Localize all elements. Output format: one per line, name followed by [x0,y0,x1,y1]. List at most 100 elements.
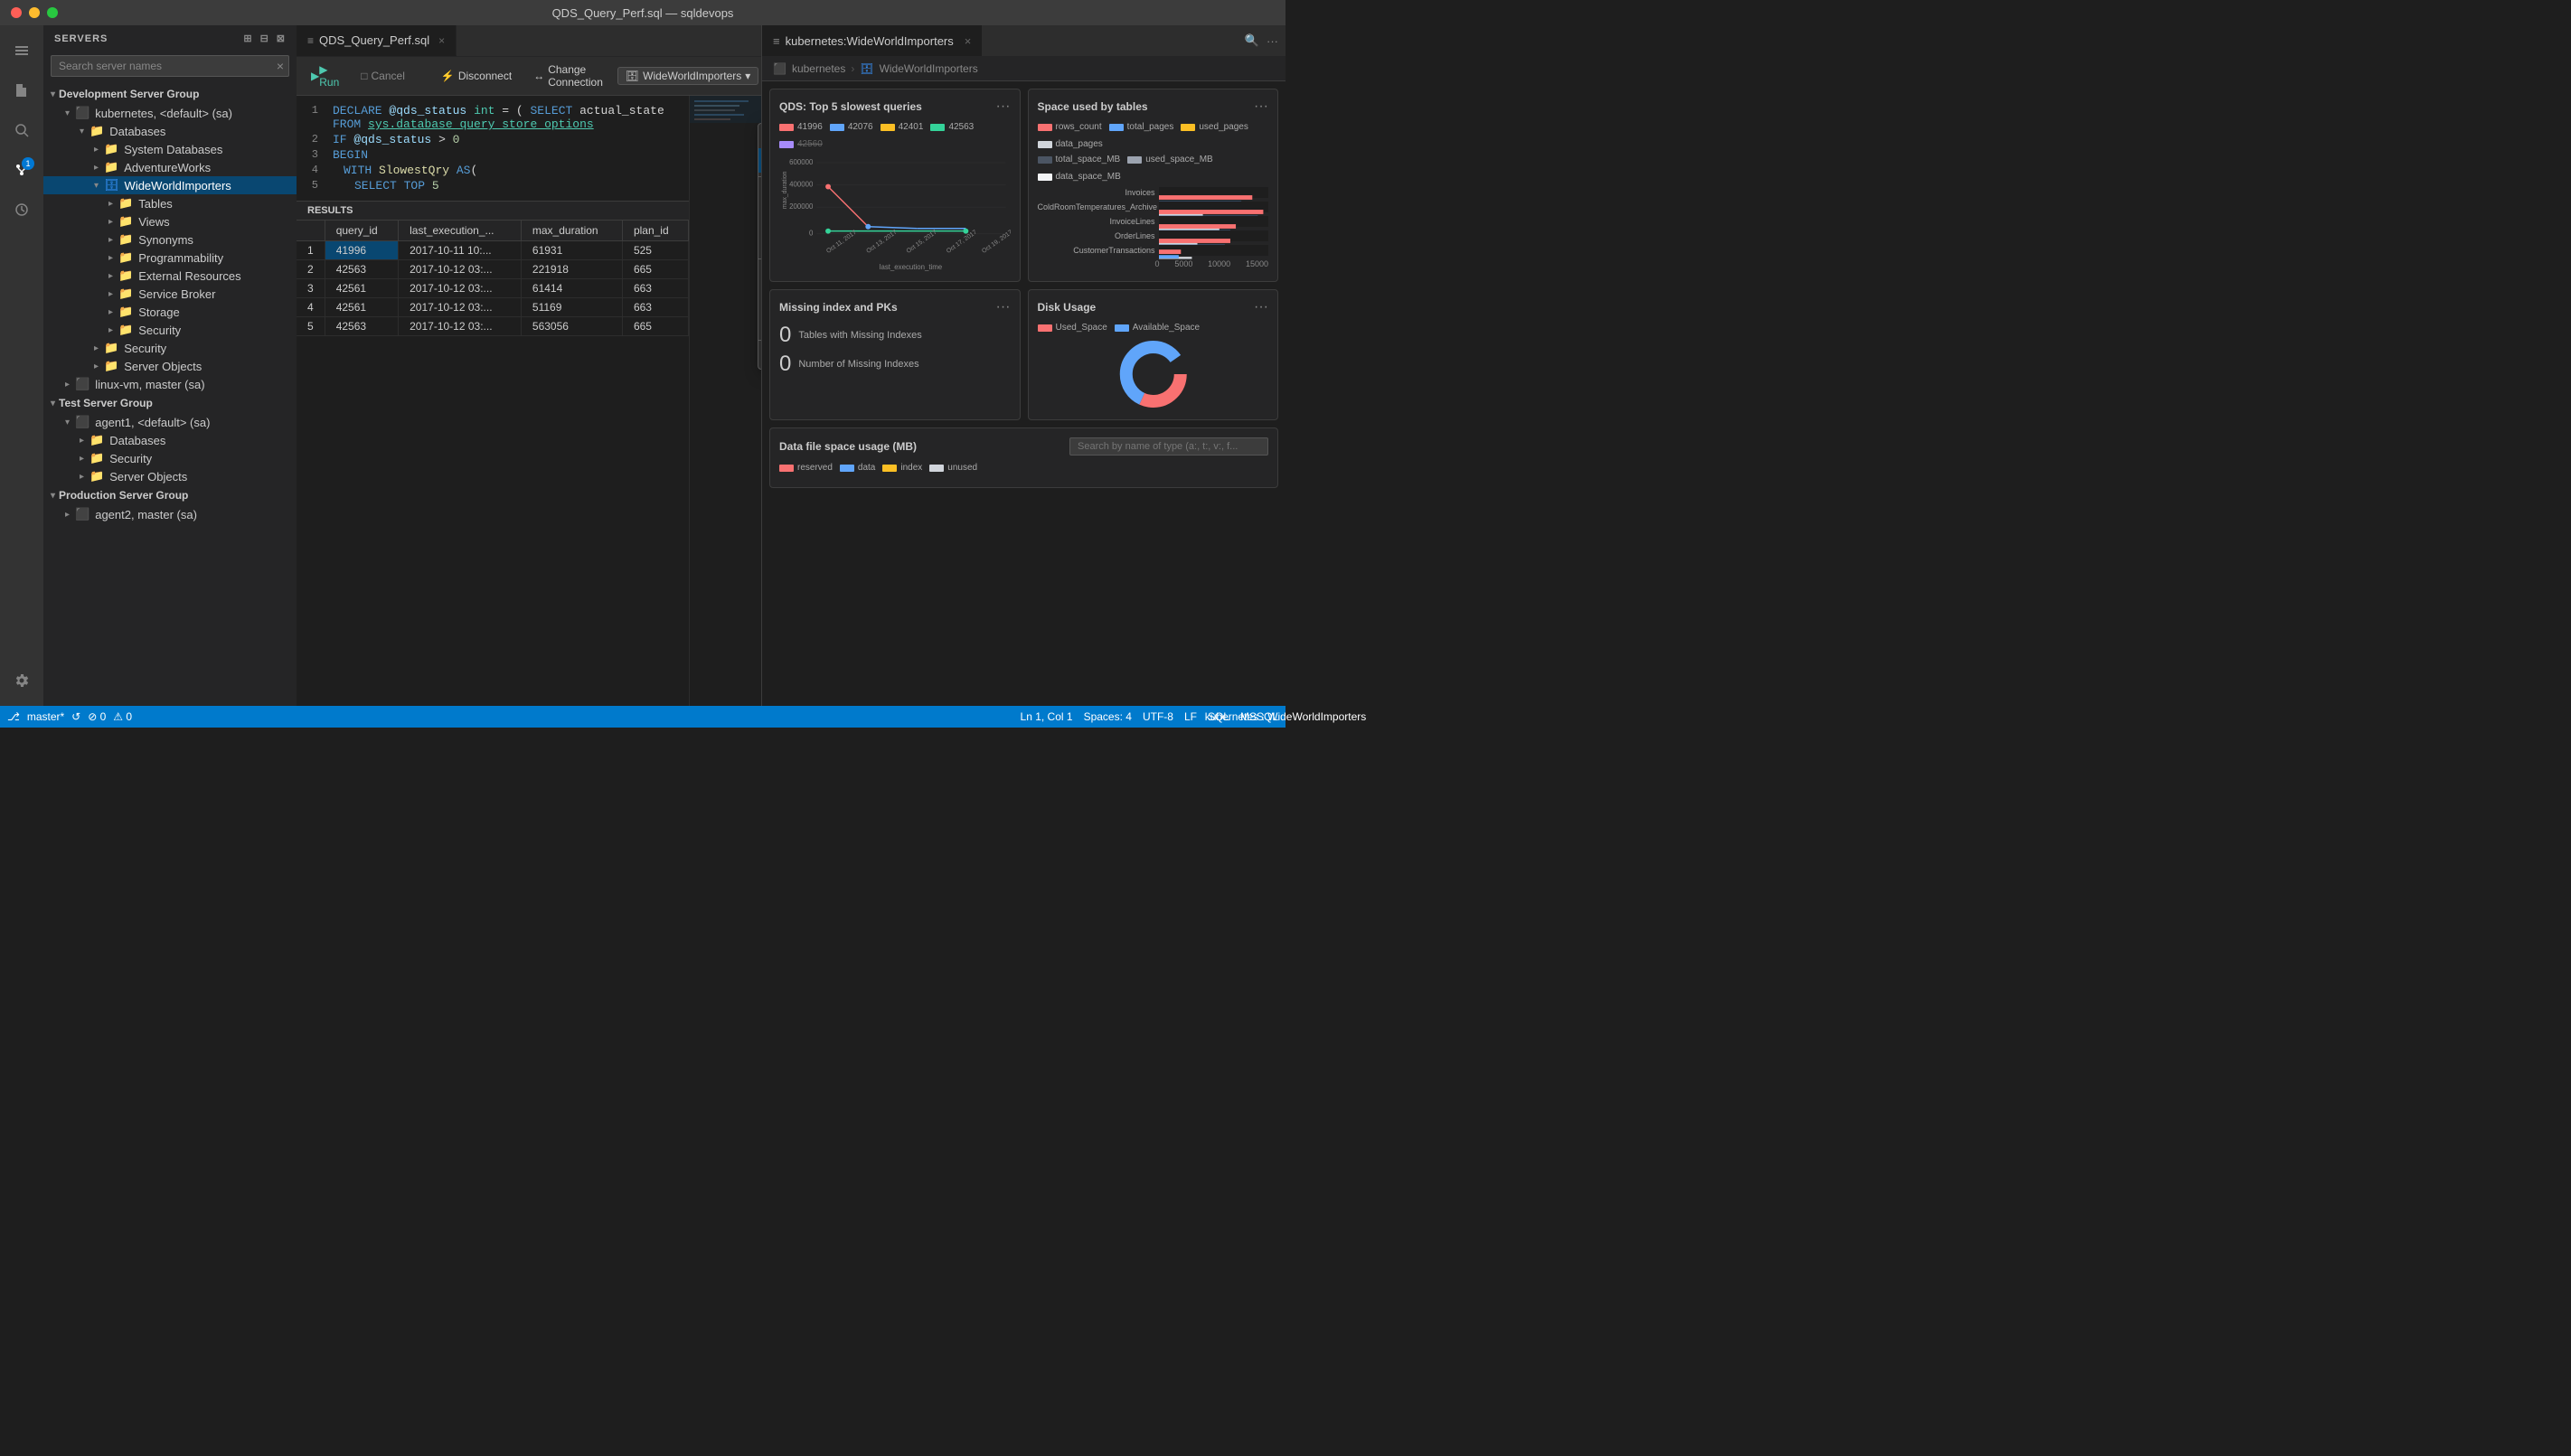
cut-item[interactable]: Cut ⌘X [758,263,761,287]
server-search-input[interactable] [51,55,289,77]
wideworldimporters-db[interactable]: ▾ 🗄 WideWorldImporters [43,176,297,194]
add-connection-icon[interactable]: ⊟ [260,33,269,44]
programmability-folder[interactable]: ▸ 📁 Programmability [43,249,297,267]
tab-close-button[interactable]: × [438,34,445,47]
databases-folder[interactable]: ▾ 📁 Databases [43,122,297,140]
table-row[interactable]: 2 42563 2017-10-12 03:... 221918 665 [297,260,689,279]
sidebar-toggle-icon[interactable] [4,33,40,69]
missing-more-button[interactable]: ··· [996,299,1011,315]
maximize-button[interactable] [47,7,58,18]
bar-row: Invoices [1038,187,1269,198]
go-to-definition-item[interactable]: Go to Definition F12 [758,124,761,148]
chevron-icon: ▾ [65,108,70,118]
chevron-icon: ▸ [80,454,84,464]
max-duration-header: max_duration [521,221,622,241]
run-button[interactable]: ▶ ▶ Run [304,61,346,91]
explorer-icon[interactable] [4,72,40,108]
qds-more-button[interactable]: ··· [996,99,1011,115]
chevron-icon: ▸ [80,472,84,482]
minimap [689,96,761,706]
folder-icon: 📁 [104,359,118,373]
test-server-group[interactable]: ▾ Test Server Group [43,393,297,413]
agent1-node[interactable]: ▾ ⬛ agent1, <default> (sa) [43,413,297,431]
minimize-button[interactable] [29,7,40,18]
change-all-occurrences-item[interactable]: Change All Occurrences ⌘F2 [758,181,761,205]
dashboard-tabs-bar: ≡ kubernetes:WideWorldImporters × 🔍 ··· [762,25,1286,57]
kubernetes-node[interactable]: ▾ ⬛ kubernetes, <default> (sa) [43,104,297,122]
search-icon[interactable]: 🔍 [1245,33,1259,48]
disconnect-button[interactable]: ⚡ Disconnect [434,67,519,85]
server-objects1-folder[interactable]: ▸ 📁 Server Objects [43,357,297,375]
results-panel: RESULTS query_id last_execution_... max_… [297,201,689,336]
security3-folder[interactable]: ▸ 📁 Security [43,449,297,467]
qds-legend: 41996 42076 42401 42563 [779,122,1011,149]
more-icon[interactable]: ··· [1267,34,1278,48]
folder-icon: 📁 [89,124,104,138]
synonyms-folder[interactable]: ▸ 📁 Synonyms [43,230,297,249]
format-selection-item[interactable]: Format Selection [⌘K ⌘F] [758,230,761,255]
disk-more-button[interactable]: ··· [1254,299,1268,315]
prod-server-group[interactable]: ▾ Production Server Group [43,485,297,505]
branch-name: master* [27,710,64,723]
disk-usage-header: Disk Usage ··· [1038,299,1269,315]
close-button[interactable] [11,7,22,18]
copy-item[interactable]: Copy ⌘C [758,287,761,312]
server-objects2-folder[interactable]: ▸ 📁 Server Objects [43,467,297,485]
svg-text:400000: 400000 [789,181,814,189]
security1-folder[interactable]: ▸ 📁 Security [43,321,297,339]
settings-icon[interactable] [4,662,40,699]
errors-badge: ⊘ 0 [88,710,106,723]
service-broker-folder[interactable]: ▸ 📁 Service Broker [43,285,297,303]
paste-item[interactable]: Paste ⌘V [758,312,761,336]
table-row[interactable]: 3 42561 2017-10-12 03:... 61414 663 [297,279,689,298]
datafile-search-input[interactable] [1069,437,1268,456]
space-legend2: total_space_MB used_space_MB data_space_… [1038,155,1269,182]
dev-server-group[interactable]: ▾ Development Server Group [43,84,297,104]
external-resources-folder[interactable]: ▸ 📁 External Resources [43,267,297,285]
cancel-button[interactable]: □ Cancel [353,67,412,85]
sql-tab[interactable]: ≡ QDS_Query_Perf.sql × [297,25,457,56]
table-row[interactable]: 1 41996 2017-10-11 10:... 61931 525 [297,241,689,260]
legend-color [930,124,945,131]
search-clear-icon[interactable]: × [277,59,284,73]
peek-definition-item[interactable]: Peek Definition ⌥F12 [758,148,761,173]
disconnect-icon[interactable]: ⊠ [277,33,286,44]
dashboard-tab[interactable]: ≡ kubernetes:WideWorldImporters × [762,25,982,56]
system-databases-folder[interactable]: ▸ 📁 System Databases [43,140,297,158]
db-selector[interactable]: 🗄 WideWorldImporters ▾ [617,67,758,85]
folder-icon: 📁 [118,323,133,337]
tables-folder[interactable]: ▸ 📁 Tables [43,194,297,212]
views-folder[interactable]: ▸ 📁 Views [43,212,297,230]
search-icon[interactable] [4,112,40,148]
new-server-icon[interactable]: ⊞ [243,33,252,44]
qds-card-header: QDS: Top 5 slowest queries ··· [779,99,1011,115]
folder-icon: 📁 [118,250,133,265]
linux-vm-node[interactable]: ▸ ⬛ linux-vm, master (sa) [43,375,297,393]
chevron-icon: ▸ [108,307,113,317]
table-row[interactable]: 5 42563 2017-10-12 03:... 563056 665 [297,317,689,336]
code-editor[interactable]: 1 DECLARE @qds_status int = ( SELECT act… [297,96,689,201]
db-tab-icon: ≡ [773,34,780,48]
adventureworks-db[interactable]: ▸ 📁 AdventureWorks [43,158,297,176]
svg-text:Oct 15, 2017: Oct 15, 2017 [906,229,938,254]
security2-folder[interactable]: ▸ 📁 Security [43,339,297,357]
storage-folder[interactable]: ▸ 📁 Storage [43,303,297,321]
qds-card: QDS: Top 5 slowest queries ··· 41996 420… [769,89,1021,282]
db-icon: 🗄 [860,62,873,75]
table-row[interactable]: 4 42561 2017-10-12 03:... 51169 663 [297,298,689,317]
change-connection-button[interactable]: ↔ Change Connection [526,61,610,91]
databases2-folder[interactable]: ▸ 📁 Databases [43,431,297,449]
folder-icon: 📁 [118,214,133,229]
command-palette-item[interactable]: Command Palette... ⇧⌘P [758,344,761,369]
legend-item: reserved [779,463,833,473]
space-more-button[interactable]: ··· [1254,99,1268,115]
chevron-down-icon: ▾ [745,70,750,82]
agent2-node[interactable]: ▸ ⬛ agent2, master (sa) [43,505,297,523]
dash-tab-close-button[interactable]: × [965,34,972,48]
history-icon[interactable] [4,192,40,228]
format-document-item[interactable]: Format Document ⌥⇧F [758,205,761,230]
breadcrumb: ⬛ kubernetes › 🗄 WideWorldImporters [762,57,1286,81]
chevron-icon: ▾ [51,399,55,409]
source-control-icon[interactable]: 1 [4,152,40,188]
chevron-icon: ▸ [108,199,113,209]
